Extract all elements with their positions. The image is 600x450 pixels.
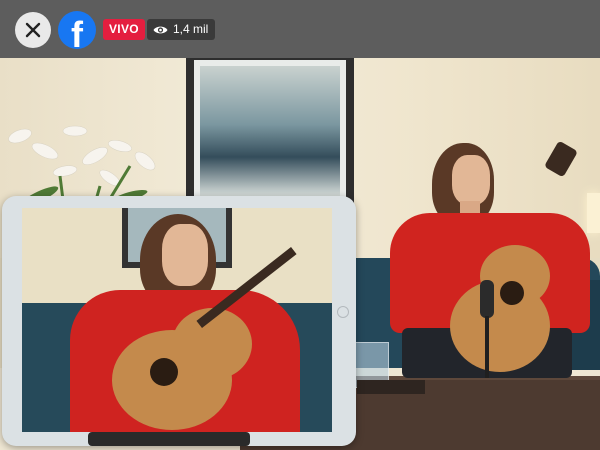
live-badge: VIVO [103,19,145,40]
facebook-logo-icon[interactable]: f [58,11,96,49]
guitarist [390,143,590,378]
close-button[interactable] [15,12,51,48]
tablet-home-button [337,306,349,318]
viewer-count-badge: 1,4 mil [147,19,216,40]
tablet-screen [22,208,332,432]
tablet-guitarist-face [162,224,208,286]
tablet-stand [88,432,250,446]
close-icon [25,22,41,38]
tablet-device [2,196,356,446]
tablet-guitar-hole [150,358,178,386]
painting-art [200,66,340,196]
eye-icon [153,26,168,33]
live-video-topbar: f VIVO 1,4 mil [0,0,600,58]
microphone-stand [485,316,489,378]
guitarist-face [452,155,490,205]
microphone [480,280,494,318]
facebook-logo-letter: f [71,14,83,50]
live-video-frame[interactable] [0,58,600,450]
viewer-count: 1,4 mil [173,22,209,36]
book [357,380,425,394]
guitar-soundhole [500,281,524,305]
